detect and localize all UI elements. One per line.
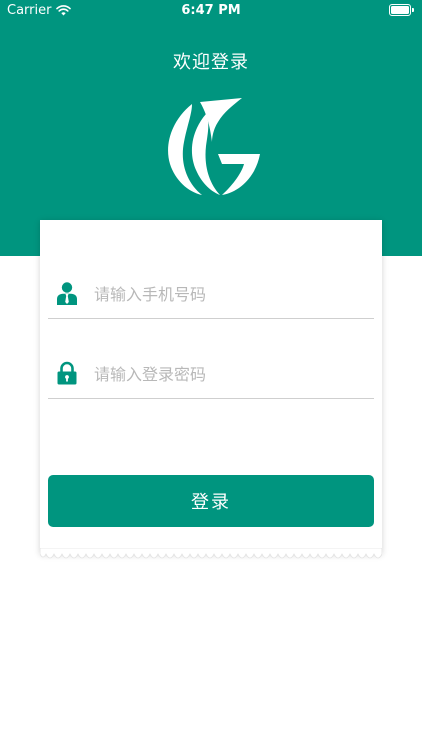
leaf-logo — [168, 98, 260, 195]
user-icon — [57, 282, 77, 305]
card-scalloped-edge — [40, 548, 382, 559]
battery-icon — [389, 4, 414, 16]
password-input[interactable] — [94, 359, 364, 389]
login-screen: Carrier 6:47 PM 欢迎登录 请输入手机号码 登录 — [0, 0, 422, 750]
page-title: 欢迎登录 — [173, 52, 249, 73]
lock-icon — [57, 361, 77, 385]
phone-input[interactable] — [94, 279, 364, 309]
battery-fill — [391, 6, 409, 14]
status-bar: Carrier 6:47 PM — [0, 0, 422, 22]
login-button[interactable]: 登录 — [48, 475, 374, 527]
phone-field — [48, 271, 374, 319]
battery-body — [389, 4, 411, 16]
battery-tip — [412, 8, 414, 12]
status-time: 6:47 PM — [181, 3, 241, 18]
password-field — [48, 351, 374, 399]
